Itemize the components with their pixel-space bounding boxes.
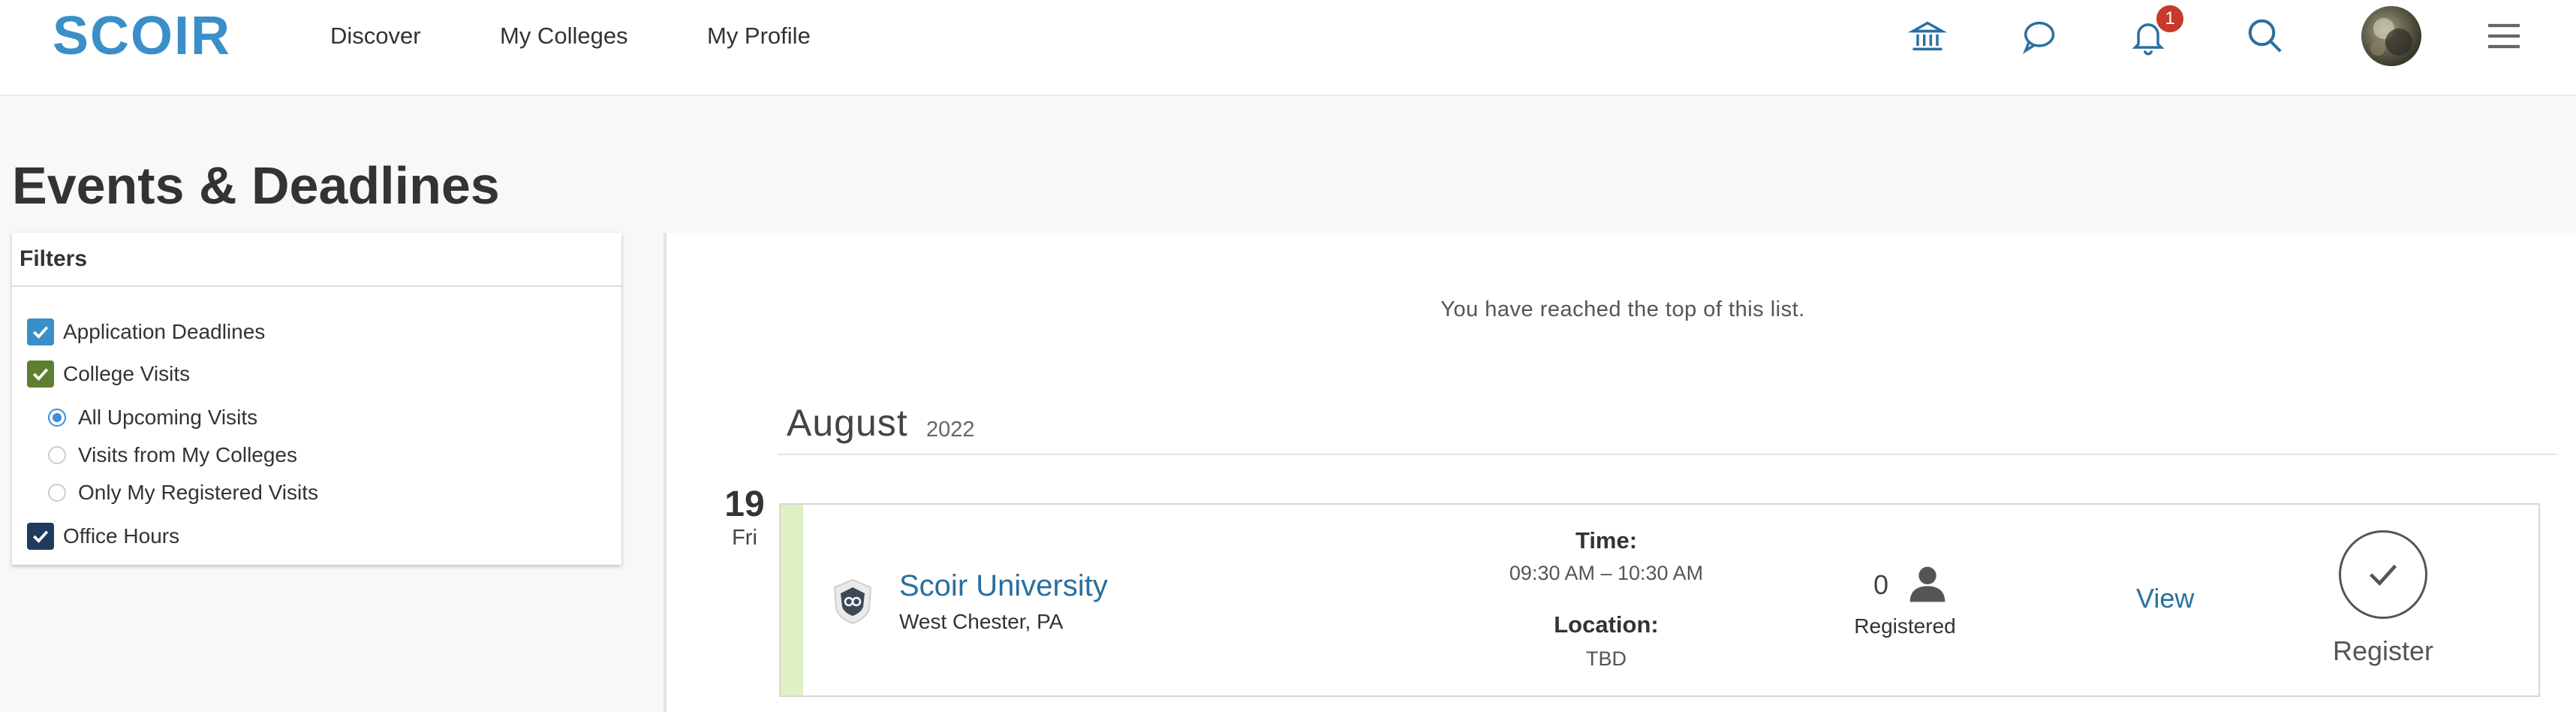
avatar-photo	[2370, 18, 2412, 56]
menu-icon[interactable]	[2480, 12, 2528, 60]
checkmark-icon	[32, 326, 49, 339]
location-label: Location:	[1554, 611, 1659, 638]
event-card: Scoir University West Chester, PA Time: …	[779, 503, 2540, 697]
radio-label-visits-from-my-colleges[interactable]: Visits from My Colleges	[78, 442, 297, 469]
filter-label-application-deadlines[interactable]: Application Deadlines	[63, 318, 265, 345]
month-heading: August	[787, 402, 908, 444]
radio-visits-from-my-colleges[interactable]	[48, 446, 66, 464]
notification-badge: 1	[2154, 3, 2186, 35]
register-label[interactable]: Register	[2300, 635, 2466, 667]
month-divider	[778, 454, 2556, 455]
chat-icon[interactable]	[2015, 12, 2063, 60]
avatar[interactable]	[2361, 6, 2421, 66]
radio-only-my-registered-visits[interactable]	[48, 484, 66, 502]
institution-icon[interactable]	[1903, 12, 1952, 60]
top-of-list-message: You have reached the top of this list.	[1440, 297, 1805, 321]
radio-all-upcoming-visits[interactable]	[48, 409, 66, 427]
radio-label-all-upcoming-visits[interactable]: All Upcoming Visits	[78, 404, 257, 431]
college-logo-icon	[833, 578, 872, 625]
filters-heading: Filters	[12, 233, 621, 287]
scoir-logo-icon: SCOIR	[53, 11, 231, 63]
top-navigation-bar: SCOIR Discover My Colleges My Profile 1	[0, 0, 2576, 96]
registered-count: 0	[1873, 569, 1889, 600]
event-day-number: 19	[724, 484, 765, 524]
filters-panel: Filters Application Deadlines College Vi…	[12, 233, 621, 565]
logo-text: SCOIR	[53, 11, 231, 63]
college-location: West Chester, PA	[899, 610, 1064, 633]
time-label: Time:	[1575, 527, 1638, 554]
checkbox-college-visits[interactable]	[27, 361, 54, 388]
nav-discover[interactable]: Discover	[330, 21, 421, 51]
nav-my-profile[interactable]: My Profile	[707, 21, 811, 51]
checkmark-icon	[32, 530, 49, 543]
checkmark-icon	[2370, 564, 2397, 587]
event-accent-bar	[781, 505, 803, 695]
page-title: Events & Deadlines	[12, 156, 500, 215]
view-event-link[interactable]: View	[2136, 583, 2194, 614]
person-icon	[1909, 566, 1946, 602]
search-icon[interactable]	[2241, 12, 2289, 60]
radio-label-only-my-registered-visits[interactable]: Only My Registered Visits	[78, 479, 318, 506]
register-button[interactable]	[2339, 530, 2427, 619]
registered-label: Registered	[1854, 614, 1956, 638]
filter-label-office-hours[interactable]: Office Hours	[63, 523, 179, 550]
checkmark-icon	[32, 368, 49, 381]
filter-label-college-visits[interactable]: College Visits	[63, 361, 190, 388]
checkbox-office-hours[interactable]	[27, 523, 54, 550]
checkbox-application-deadlines[interactable]	[27, 318, 54, 345]
nav-my-colleges[interactable]: My Colleges	[500, 21, 628, 51]
time-value: 09:30 AM – 10:30 AM	[1509, 562, 1704, 584]
location-value: TBD	[1586, 647, 1627, 670]
college-name-link[interactable]: Scoir University	[899, 569, 1108, 603]
event-day-name: Fri	[732, 526, 757, 550]
year-label: 2022	[926, 418, 975, 442]
